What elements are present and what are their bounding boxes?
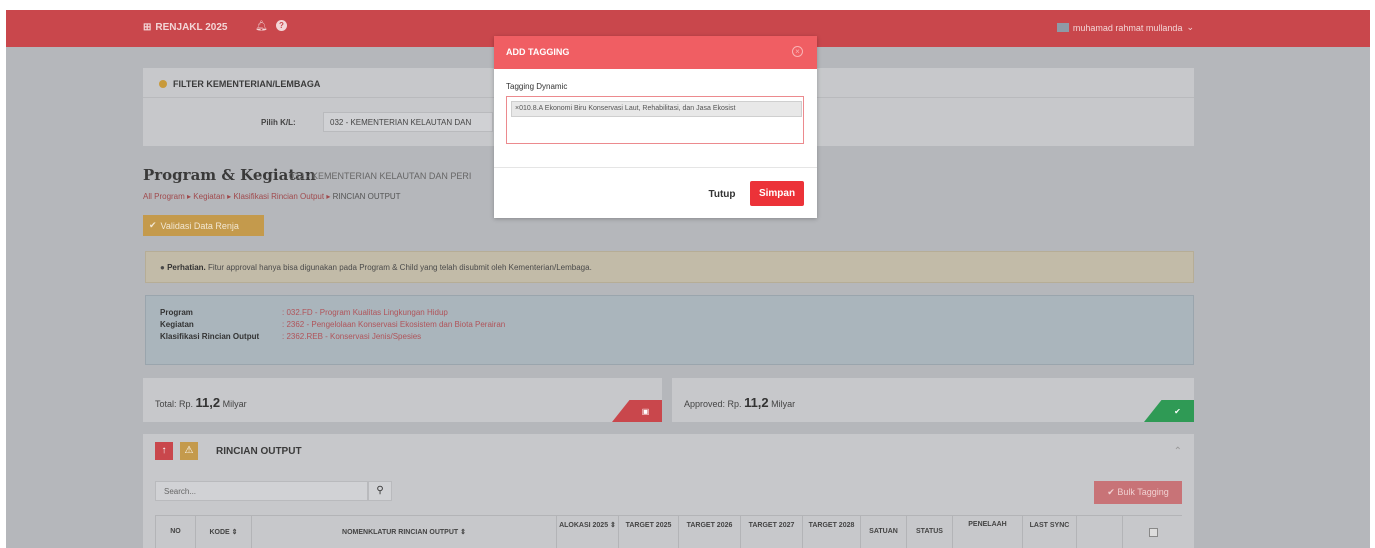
- info-value[interactable]: : 2362 - Pengelolaan Konservasi Ekosiste…: [282, 320, 505, 332]
- close-icon[interactable]: ×: [792, 46, 803, 57]
- info-value[interactable]: : 2362.REB - Konservasi Jenis/Spesies: [282, 332, 421, 344]
- info-row-kegiatan: Kegiatan : 2362 - Pengelolaan Konservasi…: [160, 320, 1179, 332]
- column-header: TARGET 2027: [740, 516, 802, 548]
- total-stat-card: Total: Rp. 11,2 Milyar ▣: [143, 378, 662, 422]
- filter-title: FILTER KEMENTERIAN/LEMBAGA: [159, 79, 320, 89]
- info-value[interactable]: : 032.FD - Program Kualitas Lingkungan H…: [282, 308, 448, 320]
- breadcrumb-klasifikasi[interactable]: Klasifikasi Rincian Output: [233, 192, 324, 201]
- column-header-empty: [1076, 516, 1122, 548]
- validate-button-label: Validasi Data Renja: [160, 220, 239, 231]
- help-icon[interactable]: ?: [276, 20, 287, 31]
- add-tagging-modal: ADD TAGGING × Tagging Dynamic ×010.8.A E…: [494, 36, 817, 218]
- info-key: Kegiatan: [160, 320, 194, 329]
- column-header: LAST SYNC: [1022, 516, 1076, 548]
- info-row-klasifikasi: Klasifikasi Rincian Output : 2362.REB - …: [160, 332, 1179, 344]
- user-menu[interactable]: muhamad rahmat mullanda ⌄: [1056, 22, 1194, 33]
- notice-text: Fitur approval hanya bisa digunakan pada…: [208, 263, 592, 272]
- check-circle-icon: ✔: [149, 220, 157, 230]
- cancel-button[interactable]: Tutup: [702, 183, 742, 207]
- select-all-header: [1122, 516, 1182, 548]
- kl-select[interactable]: 032 - KEMENTERIAN KELAUTAN DAN: [323, 112, 493, 132]
- breadcrumb-kegiatan[interactable]: Kegiatan: [193, 192, 225, 201]
- column-header: SATUAN: [860, 516, 906, 548]
- approved-prefix: Approved: Rp.: [684, 399, 742, 409]
- column-header: NO: [155, 516, 195, 548]
- approved-value: 11,2: [744, 395, 769, 410]
- tagging-select[interactable]: ×010.8.A Ekonomi Biru Konservasi Laut, R…: [506, 96, 804, 144]
- approved-unit: Milyar: [771, 399, 796, 409]
- table-header: NO KODE ⇕ NOMENKLATUR RINCIAN OUTPUT ⇕ A…: [155, 515, 1182, 548]
- chevron-up-icon[interactable]: ⌃: [1174, 446, 1182, 457]
- brand-link[interactable]: ⊞ RENJAKL 2025: [143, 22, 227, 33]
- breadcrumb-current: RINCIAN OUTPUT: [332, 192, 401, 201]
- check-icon: ✔: [1107, 487, 1115, 497]
- info-box: Program : 032.FD - Program Kualitas Ling…: [145, 295, 1194, 365]
- modal-title: ADD TAGGING: [506, 47, 570, 57]
- tagging-label: Tagging Dynamic: [506, 82, 568, 91]
- user-name: muhamad rahmat mullanda: [1072, 22, 1183, 33]
- total-corner: [612, 400, 662, 422]
- avatar: [1056, 23, 1069, 32]
- total-unit: Milyar: [222, 399, 247, 409]
- bulk-tagging-label: Bulk Tagging: [1117, 487, 1169, 497]
- check-icon: ✔: [1174, 407, 1181, 416]
- rincian-title: RINCIAN OUTPUT: [216, 446, 302, 457]
- bell-icon[interactable]: 🔔︎: [255, 21, 268, 32]
- modal-header: ADD TAGGING ×: [494, 36, 817, 69]
- filter-icon: [159, 80, 167, 88]
- page-subtitle: 032 - KEMENTERIAN KELAUTAN DAN PERI: [289, 171, 472, 181]
- app-frame: ⊞ RENJAKL 2025 🔔︎ ? muhamad rahmat mulla…: [6, 10, 1370, 548]
- total-value: 11,2: [195, 395, 221, 410]
- bulk-tagging-button[interactable]: ✔ Bulk Tagging: [1094, 481, 1182, 504]
- modal-divider: [494, 167, 817, 168]
- notice-bold: Perhatian.: [167, 263, 206, 272]
- grid-icon: ⊞: [143, 22, 152, 33]
- info-icon: ●: [160, 263, 165, 272]
- approved-corner: [1144, 400, 1194, 422]
- info-key: Klasifikasi Rincian Output: [160, 332, 260, 341]
- breadcrumb-all-program[interactable]: All Program: [143, 192, 185, 201]
- brand-label: RENJAKL 2025: [155, 22, 228, 33]
- info-row-program: Program : 032.FD - Program Kualitas Ling…: [160, 308, 1179, 320]
- kl-label: Pilih K/L:: [261, 118, 296, 127]
- column-header: TARGET 2026: [678, 516, 740, 548]
- total-amount: Total: Rp. 11,2 Milyar: [155, 395, 247, 410]
- filter-title-label: FILTER KEMENTERIAN/LEMBAGA: [173, 79, 321, 89]
- total-prefix: Total: Rp.: [155, 399, 194, 409]
- search-input[interactable]: Search...: [155, 481, 368, 501]
- column-header[interactable]: NOMENKLATUR RINCIAN OUTPUT ⇕: [251, 516, 556, 548]
- arrow-up-icon[interactable]: ↑: [155, 442, 173, 460]
- breadcrumb: All Program ▸ Kegiatan ▸ Klasifikasi Rin…: [143, 192, 401, 201]
- briefcase-icon: ▣: [641, 407, 650, 416]
- approved-amount: Approved: Rp. 11,2 Milyar: [684, 395, 795, 410]
- tag-chip[interactable]: ×010.8.A Ekonomi Biru Konservasi Laut, R…: [511, 101, 802, 117]
- warning-icon[interactable]: ⚠: [180, 442, 198, 460]
- column-header[interactable]: KODE ⇕: [195, 516, 251, 548]
- rincian-output-panel: ↑ ⚠ RINCIAN OUTPUT ⌃ Search... ⚲ ✔ Bulk …: [143, 434, 1194, 548]
- column-header[interactable]: ALOKASI 2025 ⇕: [556, 516, 618, 548]
- column-header: STATUS: [906, 516, 952, 548]
- chevron-down-icon: ⌄: [1186, 22, 1194, 32]
- search-icon[interactable]: ⚲: [368, 481, 392, 501]
- approved-stat-card: Approved: Rp. 11,2 Milyar ✔: [672, 378, 1194, 422]
- save-button[interactable]: Simpan: [750, 181, 804, 206]
- info-key: Program: [160, 308, 193, 317]
- select-all-checkbox[interactable]: [1148, 528, 1158, 537]
- notice-alert: ● Perhatian. Fitur approval hanya bisa d…: [145, 251, 1194, 283]
- validate-button[interactable]: ✔ Validasi Data Renja: [143, 215, 264, 236]
- column-header: PENELAAH: [952, 516, 1022, 548]
- column-header: TARGET 2028: [802, 516, 860, 548]
- column-header: TARGET 2025: [618, 516, 678, 548]
